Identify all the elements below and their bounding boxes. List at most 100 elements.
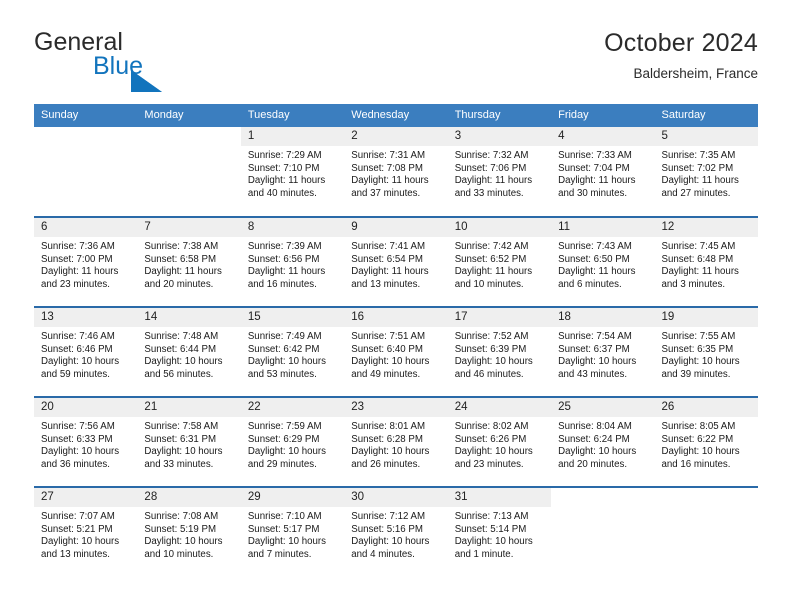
calendar-day-cell[interactable]: 7 Sunrise: 7:38 AM Sunset: 6:58 PM Daylight…	[137, 216, 241, 307]
daylight-text: Daylight: 10 hours	[661, 356, 740, 368]
sunset-text: Sunset: 6:42 PM	[247, 343, 320, 355]
day-number: 21	[137, 398, 241, 417]
calendar-day-cell[interactable]: 8 Sunrise: 7:39 AM Sunset: 6:56 PM Daylight…	[240, 216, 345, 307]
sunset-text: Sunset: 6:28 PM	[351, 433, 423, 445]
day-details: Sunrise: 7:38 AM Sunset: 6:58 PM Daylight:…	[137, 237, 240, 291]
calendar-day-cell[interactable]: 21 Sunrise: 7:58 AM Sunset: 6:31 PM Dayligh…	[137, 396, 241, 487]
calendar-day-cell[interactable]: 24 Sunrise: 8:02 AM Sunset: 6:26 PM Dayligh…	[447, 396, 552, 487]
sunrise-text: Sunrise: 7:36 AM	[41, 241, 115, 252]
sunrise-text: Sunrise: 7:55 AM	[661, 331, 736, 342]
day-number: 14	[137, 308, 241, 327]
calendar-day-cell[interactable]: 17 Sunrise: 7:52 AM Sunset: 6:39 PM Dayligh…	[447, 306, 552, 397]
sunset-text: Sunset: 6:29 PM	[247, 433, 320, 445]
sunset-text: Sunset: 5:17 PM	[247, 523, 320, 535]
sunset-text: Sunset: 7:10 PM	[247, 162, 320, 174]
sunrise-text: Sunrise: 7:52 AM	[454, 331, 529, 342]
calendar-day-cell[interactable]: 27 Sunrise: 7:07 AM Sunset: 5:21 PM Dayligh…	[34, 486, 138, 577]
calendar-day-cell[interactable]: 1 Sunrise: 7:29 AM Sunset: 7:10 PM Daylight…	[240, 127, 345, 217]
day-details: Sunrise: 7:49 AM Sunset: 6:42 PM Daylight:…	[241, 327, 344, 381]
day-number: 26	[654, 398, 758, 417]
day-details: Sunrise: 7:13 AM Sunset: 5:14 PM Daylight:…	[448, 507, 551, 561]
day-number: 9	[344, 218, 448, 237]
sunrise-text: Sunrise: 7:38 AM	[144, 241, 219, 252]
day-details: Sunrise: 7:58 AM Sunset: 6:31 PM Daylight:…	[137, 417, 240, 471]
day-details: Sunrise: 7:51 AM Sunset: 6:40 PM Daylight:…	[344, 327, 447, 381]
calendar-day-cell[interactable]: 4 Sunrise: 7:33 AM Sunset: 7:04 PM Daylight…	[551, 127, 655, 217]
sunrise-text: Sunrise: 8:02 AM	[454, 421, 529, 432]
calendar-day-cell[interactable]: 31 Sunrise: 7:13 AM Sunset: 5:14 PM Dayligh…	[447, 486, 552, 577]
daylight-text: and 29 minutes.	[247, 458, 317, 470]
calendar-day-cell[interactable]: 6 Sunrise: 7:36 AM Sunset: 7:00 PM Daylight…	[34, 216, 138, 307]
calendar-day-cell[interactable]: 9 Sunrise: 7:41 AM Sunset: 6:54 PM Daylight…	[344, 216, 448, 307]
daylight-text: and 49 minutes.	[351, 368, 421, 380]
day-number: 8	[240, 218, 345, 237]
sunset-text: Sunset: 6:22 PM	[661, 433, 734, 445]
sunset-text: Sunset: 6:52 PM	[454, 253, 527, 265]
calendar-day-cell[interactable]: 12 Sunrise: 7:45 AM Sunset: 6:48 PM Dayligh…	[654, 216, 758, 307]
day-details	[34, 146, 137, 150]
sunset-text: Sunset: 5:16 PM	[351, 523, 423, 535]
calendar-day-cell[interactable]: 29 Sunrise: 7:10 AM Sunset: 5:17 PM Dayligh…	[240, 486, 345, 577]
calendar-day-cell[interactable]: 20 Sunrise: 7:56 AM Sunset: 6:33 PM Dayligh…	[34, 396, 138, 487]
calendar-day-cell[interactable]: 11 Sunrise: 7:43 AM Sunset: 6:50 PM Dayligh…	[551, 216, 655, 307]
day-details: Sunrise: 8:01 AM Sunset: 6:28 PM Daylight:…	[344, 417, 447, 471]
calendar-day-cell[interactable]: 5 Sunrise: 7:35 AM Sunset: 7:02 PM Daylight…	[654, 127, 758, 217]
day-details: Sunrise: 7:41 AM Sunset: 6:54 PM Daylight:…	[344, 237, 447, 291]
page-header: General Blue October 2024 Baldersheim, F…	[34, 28, 758, 92]
day-number: 27	[34, 488, 138, 507]
daylight-text: and 26 minutes.	[351, 458, 421, 470]
sunrise-text: Sunrise: 8:05 AM	[661, 421, 736, 432]
page-title: October 2024	[604, 29, 758, 57]
calendar-day-cell[interactable]: 26 Sunrise: 8:05 AM Sunset: 6:22 PM Dayligh…	[654, 396, 758, 487]
daylight-text: and 16 minutes.	[661, 458, 731, 470]
sunset-text: Sunset: 6:35 PM	[661, 343, 734, 355]
day-number: 6	[34, 218, 138, 237]
calendar-day-cell[interactable]: 13 Sunrise: 7:46 AM Sunset: 6:46 PM Dayligh…	[34, 306, 138, 397]
calendar-day-cell[interactable]: 14 Sunrise: 7:48 AM Sunset: 6:44 PM Dayligh…	[137, 306, 241, 397]
calendar-day-cell[interactable]: 15 Sunrise: 7:49 AM Sunset: 6:42 PM Dayligh…	[240, 306, 345, 397]
sunset-text: Sunset: 6:24 PM	[558, 433, 630, 445]
daylight-text: and 4 minutes.	[351, 548, 415, 560]
daylight-text: and 3 minutes.	[661, 278, 726, 290]
calendar-day-cell[interactable]: 16 Sunrise: 7:51 AM Sunset: 6:40 PM Dayligh…	[344, 306, 448, 397]
sunrise-text: Sunrise: 7:43 AM	[558, 241, 632, 252]
daylight-text: Daylight: 11 hours	[558, 175, 636, 187]
daylight-text: Daylight: 10 hours	[41, 356, 120, 368]
calendar-day-cell[interactable]: 3 Sunrise: 7:32 AM Sunset: 7:06 PM Daylight…	[447, 127, 552, 217]
sunset-text: Sunset: 6:39 PM	[454, 343, 527, 355]
calendar-day-cell[interactable]: 18 Sunrise: 7:54 AM Sunset: 6:37 PM Dayligh…	[551, 306, 655, 397]
calendar-day-cell[interactable]: 19 Sunrise: 7:55 AM Sunset: 6:35 PM Dayligh…	[654, 306, 758, 397]
daylight-text: and 46 minutes.	[454, 368, 524, 380]
calendar-day-cell[interactable]: 28 Sunrise: 7:08 AM Sunset: 5:19 PM Dayligh…	[137, 486, 241, 577]
calendar-day-cell[interactable]: 25 Sunrise: 8:04 AM Sunset: 6:24 PM Dayligh…	[551, 396, 655, 487]
daylight-text: and 16 minutes.	[247, 278, 317, 290]
daylight-text: and 43 minutes.	[558, 368, 628, 380]
daylight-text: and 53 minutes.	[247, 368, 317, 380]
day-number: 17	[447, 308, 552, 327]
day-details: Sunrise: 7:35 AM Sunset: 7:02 PM Daylight:…	[655, 146, 758, 200]
day-number: 13	[34, 308, 138, 327]
daylight-text: Daylight: 10 hours	[351, 536, 430, 548]
sunset-text: Sunset: 6:44 PM	[144, 343, 217, 355]
logo-triangle-icon	[131, 70, 162, 92]
sunrise-text: Sunrise: 8:01 AM	[351, 421, 426, 432]
daylight-text: Daylight: 11 hours	[144, 266, 222, 278]
daylight-text: and 59 minutes.	[41, 368, 110, 380]
sunset-text: Sunset: 6:48 PM	[661, 253, 734, 265]
day-number: 4	[551, 127, 655, 146]
sunset-text: Sunset: 6:40 PM	[351, 343, 423, 355]
daylight-text: Daylight: 10 hours	[247, 356, 326, 368]
sunset-text: Sunset: 7:02 PM	[661, 162, 734, 174]
calendar-day-cell[interactable]: 30 Sunrise: 7:12 AM Sunset: 5:16 PM Dayligh…	[344, 486, 448, 577]
sunset-text: Sunset: 6:26 PM	[454, 433, 527, 445]
calendar-day-cell[interactable]: 10 Sunrise: 7:42 AM Sunset: 6:52 PM Dayligh…	[447, 216, 552, 307]
calendar-day-cell[interactable]: 22 Sunrise: 7:59 AM Sunset: 6:29 PM Dayligh…	[240, 396, 345, 487]
sunset-text: Sunset: 5:19 PM	[144, 523, 217, 535]
sunset-text: Sunset: 6:46 PM	[41, 343, 113, 355]
calendar-day-cell[interactable]: 2 Sunrise: 7:31 AM Sunset: 7:08 PM Daylight…	[344, 127, 448, 217]
title-block: October 2024 Baldersheim, France	[298, 28, 758, 85]
calendar-day-cell[interactable]: 23 Sunrise: 8:01 AM Sunset: 6:28 PM Dayligh…	[344, 396, 448, 487]
daylight-text: and 23 minutes.	[41, 278, 110, 290]
general-blue-logo[interactable]: General Blue	[34, 28, 234, 92]
calendar-week-row: 27 Sunrise: 7:07 AM Sunset: 5:21 PM Dayligh…	[34, 486, 758, 577]
